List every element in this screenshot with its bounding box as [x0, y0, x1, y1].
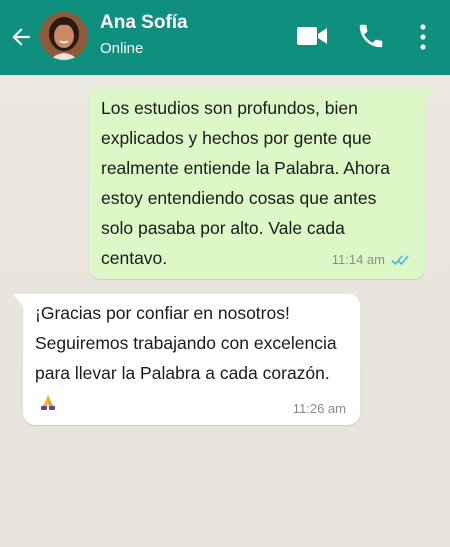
message-time: 11:14 am	[331, 252, 385, 267]
message-text-wrapper: ¡Gracias por confiar en nosotros! Seguir…	[35, 298, 348, 418]
message-text: ¡Gracias por confiar en nosotros! Seguir…	[35, 303, 337, 383]
contact-name[interactable]: Ana Sofía	[100, 12, 188, 34]
praying-hands-icon	[41, 395, 55, 410]
more-options-icon[interactable]	[418, 22, 428, 52]
message-meta: 11:14 am	[332, 253, 411, 267]
message-text: Los estudios son profundos, bien explica…	[101, 98, 390, 268]
avatar[interactable]	[40, 12, 88, 60]
message-time: 11:26 am	[292, 401, 346, 416]
video-call-icon[interactable]	[296, 24, 328, 48]
chat-header: Ana Sofía Online	[0, 0, 450, 75]
incoming-message[interactable]: ¡Gracias por confiar en nosotros! Seguir…	[13, 294, 360, 425]
back-arrow-icon[interactable]	[8, 24, 34, 50]
phone-icon[interactable]	[356, 21, 386, 51]
outgoing-message[interactable]: Los estudios son profundos, bien explica…	[89, 87, 435, 279]
double-check-icon	[391, 255, 409, 266]
contact-status: Online	[100, 40, 144, 57]
